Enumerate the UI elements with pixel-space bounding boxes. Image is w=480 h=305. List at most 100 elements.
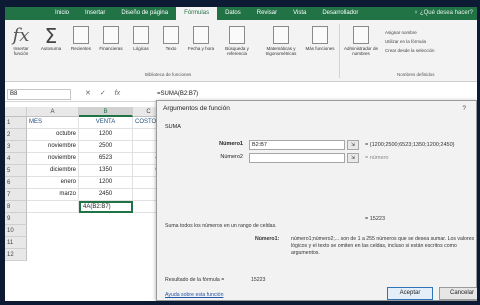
define-name-item[interactable]: Asignar nombre <box>385 28 435 37</box>
formula-bar-buttons: ✕ ✓ fx <box>85 89 127 97</box>
row-header[interactable]: 2 <box>5 129 27 141</box>
table-cell[interactable]: diciembre <box>27 165 79 177</box>
row-header[interactable]: 8 <box>5 201 27 213</box>
math-button[interactable]: Matemáticas y trigonométricas <box>259 26 303 56</box>
cancel-icon[interactable]: ✕ <box>85 90 91 97</box>
row-header[interactable]: 3 <box>5 141 27 153</box>
create-from-selection-item[interactable]: Crear desde la selección <box>385 46 435 55</box>
datetime-button[interactable]: Fecha y hora <box>187 26 215 51</box>
number2-result: = número <box>365 155 389 161</box>
arg-help-text: número1;número2;... son de 1 a 255 númer… <box>291 236 475 256</box>
tab-datos[interactable]: Datos <box>217 7 249 20</box>
insert-function-button[interactable]: fx Insertar función <box>7 25 35 57</box>
row-header[interactable]: 6 <box>5 177 27 189</box>
text-button[interactable]: Texto <box>157 26 185 51</box>
tab-revisar[interactable]: Revisar <box>249 7 285 20</box>
table-cell[interactable]: marzo <box>27 189 79 201</box>
help-icon[interactable]: ? <box>462 105 466 112</box>
use-in-formula-item[interactable]: Utilizar en la fórmula <box>385 37 435 46</box>
sigma-icon: Σ <box>44 24 58 48</box>
formula-input[interactable]: =SUMA(B2:B7) <box>157 89 198 99</box>
table-cell[interactable]: 1350 <box>79 165 133 177</box>
row-header[interactable]: 9 <box>5 213 27 225</box>
number2-input[interactable] <box>249 153 345 163</box>
formula-result-label: Resultado de la fórmula = <box>165 277 225 283</box>
select-all-corner[interactable] <box>5 107 27 117</box>
row-header[interactable]: 10 <box>5 225 27 237</box>
tab-formulas[interactable]: Fórmulas <box>176 7 218 20</box>
autosum-button[interactable]: Σ Autosuma <box>37 26 65 51</box>
financial-button[interactable]: Financieras <box>97 26 125 51</box>
tag-icon <box>353 26 369 44</box>
function-library-group-label: Biblioteca de funciones <box>145 72 192 77</box>
name-box[interactable]: B8 <box>7 89 71 100</box>
book-icon <box>163 26 179 44</box>
row-header[interactable]: 5 <box>5 165 27 177</box>
number1-input[interactable]: B2:B7 <box>249 140 345 150</box>
tell-me-search[interactable]: ♀ ¿Qué desea hacer? <box>414 7 473 20</box>
more-functions-button[interactable]: Más funciones <box>305 26 335 51</box>
row-header[interactable]: 1 <box>5 117 27 129</box>
logical-label: Lógicas <box>133 46 149 51</box>
tab-insertar[interactable]: Insertar <box>77 7 113 20</box>
spreadsheet-grid: A B C 1 2 3 4 5 6 7 8 9 10 11 12 MES VEN… <box>5 107 165 301</box>
cancel-button[interactable]: Cancelar <box>439 287 477 300</box>
function-arguments-dialog: Argumentos de función ? SUMA Número1 B2:… <box>156 100 477 301</box>
name-manager-button[interactable]: Administrador de nombres <box>343 26 379 56</box>
collapse-dialog-button[interactable]: ⇲ <box>347 153 359 163</box>
table-cell[interactable]: 2450 <box>79 189 133 201</box>
lookup-button[interactable]: Búsqueda y referencia <box>217 26 257 56</box>
ribbon-tabs: Inicio Insertar Diseño de página Fórmula… <box>5 7 477 20</box>
autosum-label: Autosuma <box>40 46 62 51</box>
tab-inicio[interactable]: Inicio <box>47 7 77 20</box>
dialog-title: Argumentos de función <box>163 105 230 112</box>
column-header-b[interactable]: B <box>79 107 133 117</box>
book-icon <box>229 26 245 44</box>
fx-icon[interactable]: fx <box>115 90 120 97</box>
function-name: SUMA <box>165 124 181 130</box>
table-cell[interactable]: 6523 <box>79 153 133 165</box>
more-functions-label: Más funciones <box>305 46 335 51</box>
recent-button[interactable]: Recientes <box>67 26 95 51</box>
defined-names-list: Asignar nombre Utilizar en la fórmula Cr… <box>385 28 435 55</box>
book-icon <box>73 26 89 44</box>
table-cell[interactable]: enero <box>27 177 79 189</box>
table-cell[interactable]: octubre <box>27 129 79 141</box>
tab-diseno-pagina[interactable]: Diseño de página <box>113 7 176 20</box>
tab-vista[interactable]: Vista <box>285 7 314 20</box>
table-cell[interactable]: 1200 <box>79 129 133 141</box>
row-header[interactable]: 4 <box>5 153 27 165</box>
fx-icon: fx <box>12 25 30 46</box>
row-header[interactable]: 11 <box>5 237 27 249</box>
table-cell[interactable]: 1200 <box>79 177 133 189</box>
formula-result-value: 15223 <box>251 277 266 283</box>
table-cell[interactable] <box>27 201 79 213</box>
total-result: = 15223 <box>365 216 386 222</box>
number1-result: = {1200;2500;6523;1350;1200;2450} <box>365 142 455 148</box>
number1-label: Número1 <box>219 141 243 147</box>
financial-label: Financieras <box>99 46 123 51</box>
collapse-dialog-button[interactable]: ⇲ <box>347 140 359 150</box>
active-cell-b8[interactable]: 4A(B2:B7) <box>79 201 133 213</box>
table-cell[interactable]: noviembre <box>27 141 79 153</box>
logical-button[interactable]: Lógicas <box>127 26 155 51</box>
check-icon[interactable]: ✓ <box>100 90 106 97</box>
tab-desarrollador[interactable]: Desarrollador <box>314 7 366 20</box>
ribbon-formulas: fx Insertar función Σ Autosuma Recientes… <box>5 20 477 82</box>
row-header[interactable]: 12 <box>5 249 27 261</box>
table-cell[interactable]: 2500 <box>79 141 133 153</box>
excel-window: Inicio Insertar Diseño de página Fórmula… <box>5 7 477 301</box>
function-description: Suma todos los números en un rango de ce… <box>165 223 277 229</box>
column-header-a[interactable]: A <box>27 107 79 117</box>
table-cell[interactable]: noviembre <box>27 153 79 165</box>
book-icon <box>273 26 289 44</box>
help-link[interactable]: Ayuda sobre esta función <box>165 292 223 298</box>
cell-a1[interactable]: MES <box>27 117 79 129</box>
ribbon-separator <box>339 24 340 78</box>
insert-function-label: Insertar función <box>13 46 29 56</box>
lookup-label: Búsqueda y referencia <box>225 46 249 56</box>
row-header[interactable]: 7 <box>5 189 27 201</box>
ok-button[interactable]: Aceptar <box>387 287 433 300</box>
name-manager-label: Administrador de nombres <box>343 46 379 56</box>
cell-b1[interactable]: VENTA <box>79 117 133 129</box>
